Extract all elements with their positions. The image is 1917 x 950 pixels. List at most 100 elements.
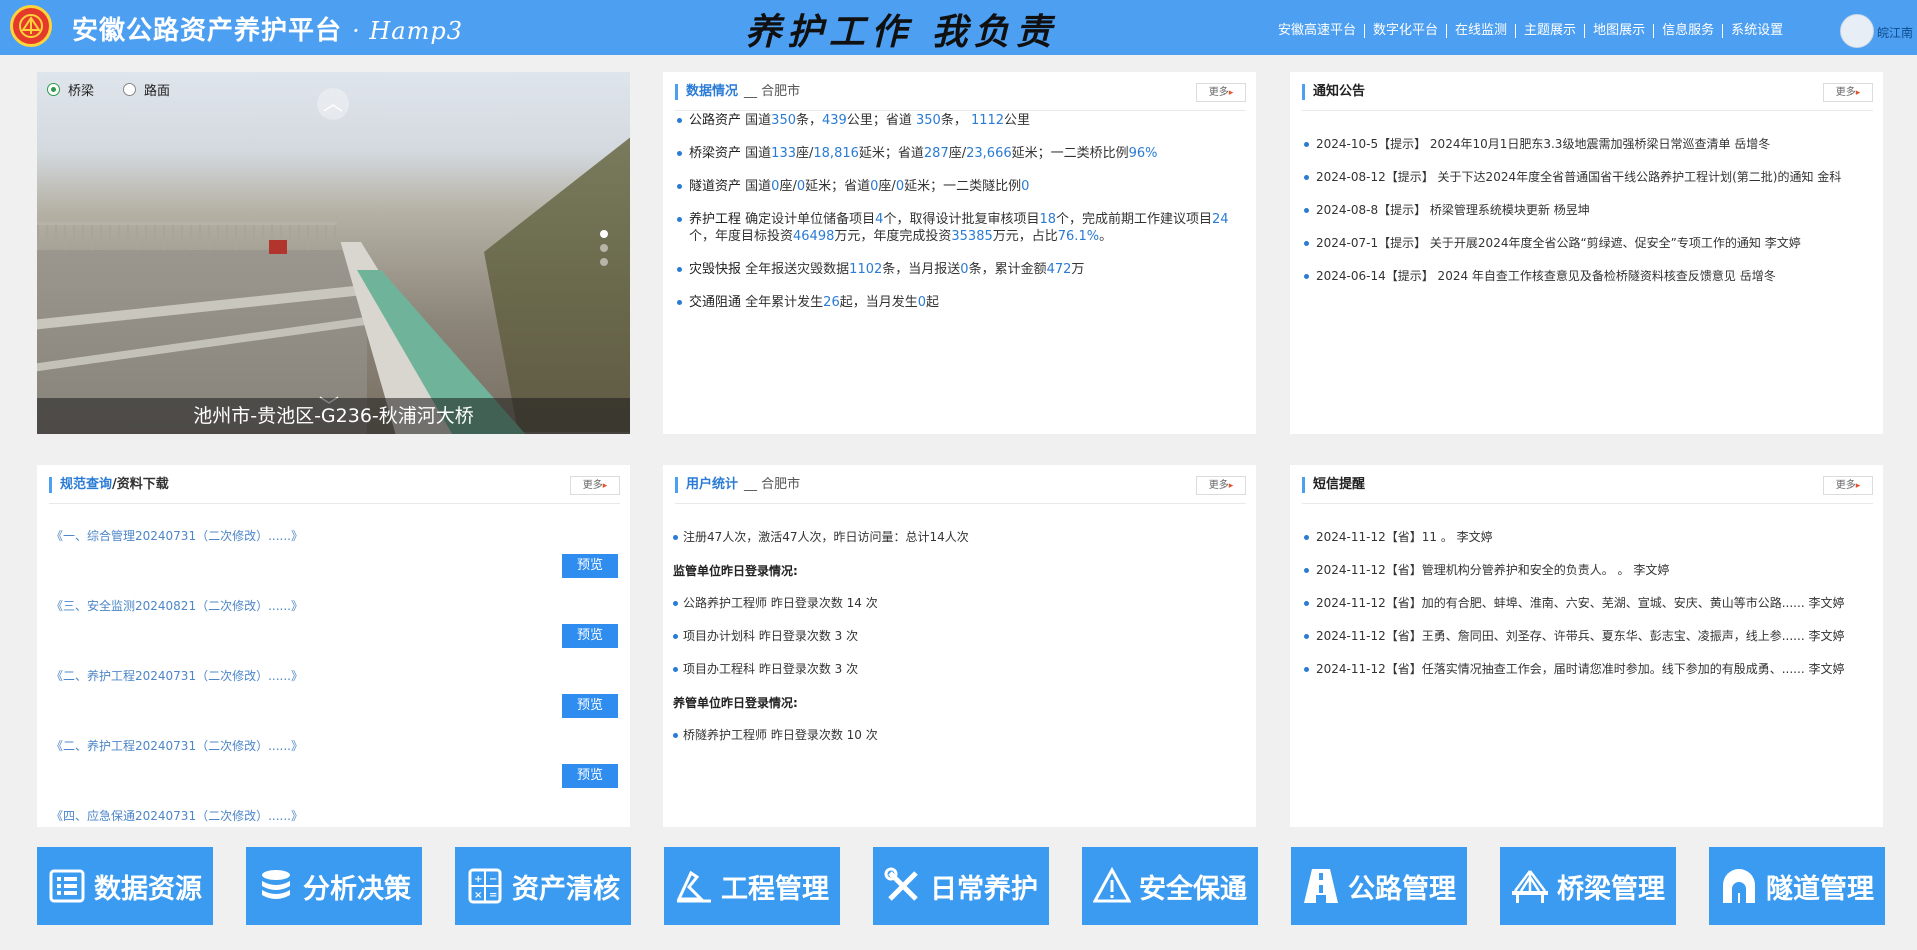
value: 35385 xyxy=(951,229,993,244)
notice-item[interactable]: 2024-10-5【提示】 2024年10月1日肥东3.3级地震需加强桥梁日常巡… xyxy=(1304,136,1875,153)
top-header: 安徽公路资产养护平台 · Hamp3 养护工作 我负责 安徽高速平台 数字化平台… xyxy=(0,0,1917,55)
value: 287 xyxy=(923,146,949,161)
preview-button[interactable]: 预览 xyxy=(562,694,618,718)
carousel-dot[interactable] xyxy=(600,230,608,238)
value: 76.1% xyxy=(1057,229,1100,244)
item-text: 条， xyxy=(940,113,971,128)
item-text: 延米；一二类隧比例 xyxy=(904,179,1022,194)
module-analysis-decision[interactable]: 分析决策 xyxy=(246,847,422,925)
logo xyxy=(10,5,52,47)
value: 24 xyxy=(1212,212,1229,227)
module-daily-maintenance[interactable]: 日常养护 xyxy=(873,847,1049,925)
more-button[interactable]: 更多▸ xyxy=(1823,83,1873,102)
nav-map-display[interactable]: 地图展示 xyxy=(1585,24,1655,38)
more-button[interactable]: 更多▸ xyxy=(570,476,620,495)
more-button[interactable]: 更多▸ xyxy=(1196,476,1246,495)
docs-panel: 规范查询/资料下载 更多▸ 《一、综合管理20240731（二次修改）.....… xyxy=(37,465,630,827)
notice-item[interactable]: 2024-06-14【提示】 2024 年自查工作核查意见及备检桥隧资料核查反馈… xyxy=(1304,268,1875,285)
sms-item[interactable]: 2024-11-12【省】管理机构分管养护和安全的负责人。 。 李文婷 xyxy=(1304,562,1875,579)
list-item: 项目办计划科 昨日登录次数 3 次 xyxy=(673,628,1248,645)
doc-link[interactable]: 《三、安全监测20240821（二次修改）......》 xyxy=(51,597,303,614)
panel-title: 短信提醒 xyxy=(1302,477,1365,493)
engineering-icon xyxy=(676,870,711,903)
item-text: 条，累计金额 xyxy=(968,262,1047,277)
notice-item[interactable]: 2024-08-12【提示】 关于下达2024年度全省普通国省干线公路养护工程计… xyxy=(1304,169,1875,186)
carousel-dot[interactable] xyxy=(600,258,608,266)
nav-info-service[interactable]: 信息服务 xyxy=(1654,24,1724,38)
sms-item[interactable]: 2024-11-12【省】加的有合肥、蚌埠、淮南、六安、芜湖、宣城、安庆、黄山等… xyxy=(1304,595,1875,612)
sms-item[interactable]: 2024-11-12【省】王勇、詹同田、刘圣存、许带兵、夏东华、彭志宝、凌振声，… xyxy=(1304,628,1875,645)
more-button[interactable]: 更多▸ xyxy=(1823,476,1873,495)
more-button[interactable]: 更多▸ xyxy=(1196,83,1246,102)
module-label: 数据资源 xyxy=(94,873,202,905)
supervise-list: 公路养护工程师 昨日登录次数 14 次 项目办计划科 昨日登录次数 3 次 项目… xyxy=(673,595,1248,678)
panel-header: 数据情况 __ 合肥市 更多▸ xyxy=(675,72,1246,111)
value: 0 xyxy=(917,295,927,310)
arrow-right-icon: ▸ xyxy=(1855,88,1861,98)
list-item: 《三、安全监测20240821（二次修改）......》预览 xyxy=(51,597,630,667)
nav-system-settings[interactable]: 系统设置 xyxy=(1723,24,1791,38)
stats-summary-item: 注册47人次，激活47人次，昨日访问量：总计14人次 xyxy=(673,529,1248,546)
bridge-photo-carousel[interactable]: 桥梁 路面 ︿ ﹀ 池州市-贵池区-G236-秋浦河大桥 xyxy=(37,72,630,434)
svg-text:=: = xyxy=(489,890,497,901)
carousel-dots xyxy=(600,230,608,272)
avatar[interactable] xyxy=(1840,14,1874,48)
item-label: 桥梁资产 xyxy=(689,146,742,161)
app-title: 安徽公路资产养护平台 · Hamp3 xyxy=(72,16,463,46)
maintain-title: 养管单位昨日登录情况: xyxy=(673,696,798,710)
preview-button[interactable]: 预览 xyxy=(562,764,618,788)
radio-unchecked-icon[interactable] xyxy=(123,83,136,96)
notice-panel: 通知公告 更多▸ 2024-10-5【提示】 2024年10月1日肥东3.3级地… xyxy=(1290,72,1883,434)
radio-bridge[interactable]: 桥梁 xyxy=(47,80,94,99)
doc-link[interactable]: 《一、综合管理20240731（二次修改）......》 xyxy=(51,527,303,544)
chevron-up-icon[interactable]: ︿ xyxy=(317,88,349,120)
value: 26 xyxy=(823,295,840,310)
carousel-dot[interactable] xyxy=(600,244,608,252)
list-icon xyxy=(49,869,85,903)
photo-fence xyxy=(37,222,337,251)
username[interactable]: 皖江南 xyxy=(1877,24,1913,41)
nav-digital-platform[interactable]: 数字化平台 xyxy=(1365,24,1448,38)
module-tunnel[interactable]: 隧道管理 xyxy=(1709,847,1885,925)
value: 0 xyxy=(796,179,806,194)
list-item: 《一、综合管理20240731（二次修改）......》预览 xyxy=(51,527,630,597)
maintain-list: 桥隧养护工程师 昨日登录次数 10 次 xyxy=(673,727,1248,744)
radio-checked-icon[interactable] xyxy=(47,83,60,96)
more-label: 更多 xyxy=(582,480,603,491)
module-data-resources[interactable]: 数据资源 xyxy=(37,847,213,925)
module-label: 分析决策 xyxy=(303,873,411,905)
radio-bridge-label: 桥梁 xyxy=(68,84,95,99)
nav-anhui-highway[interactable]: 安徽高速平台 xyxy=(1270,24,1366,38)
notice-item[interactable]: 2024-07-1【提示】 关于开展2024年度全省公路“剪绿遮、促安全”专项工… xyxy=(1304,235,1875,252)
value: 472 xyxy=(1046,262,1072,277)
value: 133 xyxy=(771,146,796,161)
arrow-right-icon: ▸ xyxy=(602,481,608,491)
doc-link[interactable]: 《二、养护工程20240731（二次修改）......》 xyxy=(51,667,303,684)
item-text: 延米；省道 xyxy=(858,146,924,161)
preview-button[interactable]: 预览 xyxy=(562,624,618,648)
doc-link[interactable]: 《二、养护工程20240731（二次修改）......》 xyxy=(51,737,303,754)
preview-button[interactable]: 预览 xyxy=(562,554,618,578)
sms-item[interactable]: 2024-11-12【省】11 。 李文婷 xyxy=(1304,529,1875,546)
module-bridge[interactable]: 桥梁管理 xyxy=(1500,847,1676,925)
supervise-title: 监管单位昨日登录情况: xyxy=(673,564,798,578)
module-asset-verify[interactable]: + − × = 资产清核 xyxy=(455,847,631,925)
list-item: 《二、养护工程20240731（二次修改）......》预览 xyxy=(51,667,630,737)
doc-link[interactable]: 《四、应急保通20240731（二次修改）......》 xyxy=(51,807,303,824)
tab-standards[interactable]: 规范查询 xyxy=(60,477,112,492)
module-road[interactable]: 公路管理 xyxy=(1291,847,1467,925)
list-item-traffic: 交通阻通 全年累计发生26起，当月发生0起 xyxy=(677,294,1248,311)
item-text: 个，年度目标投资 xyxy=(689,229,794,244)
nav-online-monitoring[interactable]: 在线监测 xyxy=(1447,24,1517,38)
nav-theme-display[interactable]: 主题展示 xyxy=(1516,24,1586,38)
list-item: 桥隧养护工程师 昨日登录次数 10 次 xyxy=(673,727,1248,744)
item-text: 延米；一二类桥比例 xyxy=(1011,146,1129,161)
module-engineering[interactable]: 工程管理 xyxy=(664,847,840,925)
list-item: 《四、应急保通20240731（二次修改）......》 xyxy=(51,807,630,827)
notice-item[interactable]: 2024-08-8【提示】 桥梁管理系统模块更新 杨昱坤 xyxy=(1304,202,1875,219)
item-text: 国道 xyxy=(745,146,772,161)
radio-pavement[interactable]: 路面 xyxy=(123,80,170,99)
module-safety[interactable]: 安全保通 xyxy=(1082,847,1258,925)
sms-item[interactable]: 2024-11-12【省】任落实情况抽查工作会，届时请您准时参加。线下参加的有殷… xyxy=(1304,661,1875,678)
tab-downloads[interactable]: /资料下载 xyxy=(112,477,169,492)
